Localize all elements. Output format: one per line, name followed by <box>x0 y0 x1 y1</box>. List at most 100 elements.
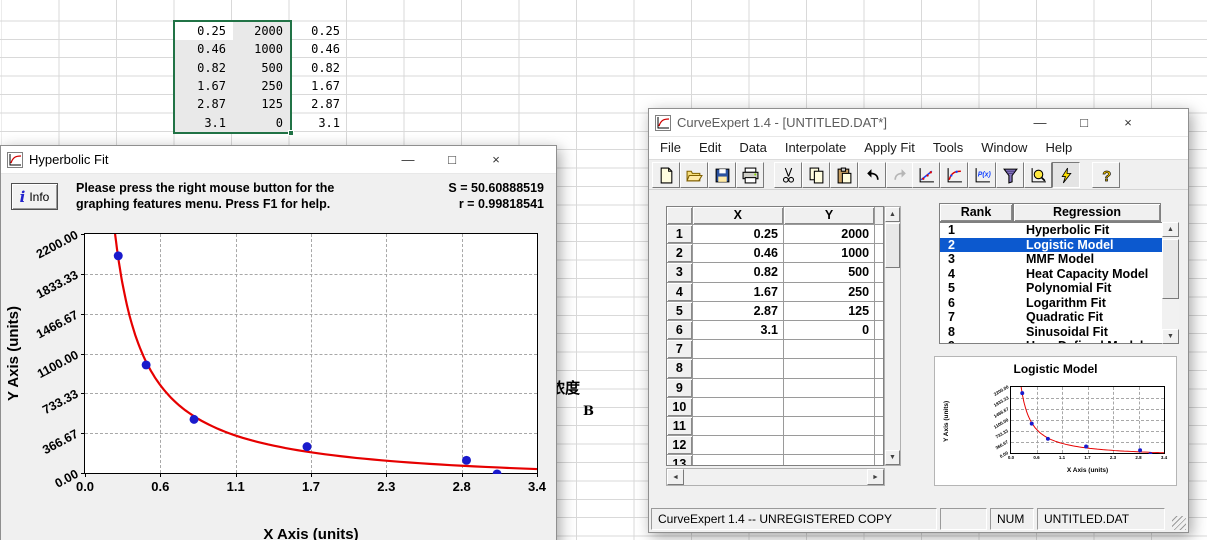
rank-item[interactable]: 4Heat Capacity Model <box>940 267 1178 282</box>
scrollbar-thumb[interactable] <box>1162 239 1179 299</box>
selected-range[interactable]: 0.2520000.4610000.825001.672502.871253.1… <box>175 22 290 132</box>
sheet-cell[interactable]: 2.87 <box>290 95 347 113</box>
menu-item-interpolate[interactable]: Interpolate <box>776 137 855 159</box>
help-button[interactable]: ? <box>1092 162 1120 188</box>
menu-item-window[interactable]: Window <box>972 137 1036 159</box>
scroll-down-icon[interactable]: ▼ <box>885 450 900 465</box>
sheet-cell[interactable]: 1.67 <box>290 77 347 95</box>
cell-y[interactable]: 125 <box>784 302 875 321</box>
cell-x[interactable]: 1.67 <box>693 283 784 302</box>
cell-x[interactable] <box>693 398 784 417</box>
column-header-x[interactable]: X <box>693 207 784 225</box>
sheet-cell[interactable]: 0.25 <box>290 22 347 40</box>
cell-y[interactable]: 250 <box>784 283 875 302</box>
sheet-cell[interactable]: 0.46 <box>290 40 347 58</box>
cell-y[interactable] <box>784 359 875 378</box>
cell-y[interactable] <box>784 455 875 466</box>
rank-item[interactable]: 7Quadratic Fit <box>940 310 1178 325</box>
cell-y[interactable] <box>784 436 875 455</box>
cut-button[interactable] <box>774 162 802 188</box>
model-preview-panel[interactable]: Logistic Model Y Axis (units) 0.00.61.11… <box>934 356 1177 486</box>
scroll-right-icon[interactable]: ► <box>867 469 884 485</box>
polynomial-button[interactable]: P(x) <box>968 162 996 188</box>
sheet-cell[interactable]: 1000 <box>233 40 290 58</box>
row-number[interactable]: 9 <box>667 379 693 398</box>
sheet-cell[interactable]: 3.1 <box>175 114 233 132</box>
zoom-graph-button[interactable] <box>1024 162 1052 188</box>
table-horizontal-scrollbar[interactable]: ◄ ► <box>666 468 885 486</box>
cell-y[interactable]: 1000 <box>784 244 875 263</box>
scroll-down-icon[interactable]: ▼ <box>1162 329 1179 344</box>
cell-x[interactable] <box>693 340 784 359</box>
open-file-button[interactable] <box>680 162 708 188</box>
curve-fit-button[interactable] <box>940 162 968 188</box>
cell-x[interactable] <box>693 436 784 455</box>
table-vertical-scrollbar[interactable]: ▲ ▼ <box>884 206 901 466</box>
plot-area[interactable]: 0.00.61.11.72.32.83.42200.001833.331466.… <box>84 233 538 474</box>
quick-fit-button[interactable] <box>1052 162 1080 188</box>
rank-item[interactable]: 8Sinusoidal Fit <box>940 325 1178 340</box>
linear-fit-button[interactable] <box>912 162 940 188</box>
cell-y[interactable] <box>784 379 875 398</box>
menu-item-data[interactable]: Data <box>730 137 775 159</box>
row-number[interactable]: 10 <box>667 398 693 417</box>
menu-item-apply-fit[interactable]: Apply Fit <box>855 137 924 159</box>
sheet-cell[interactable]: 0.82 <box>175 59 233 77</box>
row-number[interactable]: 7 <box>667 340 693 359</box>
save-button[interactable] <box>708 162 736 188</box>
sheet-cell[interactable]: 0.82 <box>290 59 347 77</box>
undo-button[interactable] <box>858 162 886 188</box>
cell-x[interactable] <box>693 379 784 398</box>
scroll-left-icon[interactable]: ◄ <box>667 469 684 485</box>
cell-x[interactable] <box>693 359 784 378</box>
cell-y[interactable]: 500 <box>784 263 875 282</box>
cell-x[interactable]: 0.82 <box>693 263 784 282</box>
maximize-button[interactable]: □ <box>430 146 474 173</box>
data-table[interactable]: XY10.25200020.46100030.8250041.6725052.8… <box>666 206 884 466</box>
cell-y[interactable]: 0 <box>784 321 875 340</box>
paste-button[interactable] <box>830 162 858 188</box>
menu-item-help[interactable]: Help <box>1036 137 1081 159</box>
sheet-cell[interactable]: 0 <box>233 114 290 132</box>
cell-x[interactable]: 2.87 <box>693 302 784 321</box>
regression-column-header[interactable]: Regression <box>1013 203 1161 222</box>
main-window-titlebar[interactable]: CurveExpert 1.4 - [UNTITLED.DAT*] — □ × <box>649 109 1188 137</box>
menu-item-tools[interactable]: Tools <box>924 137 972 159</box>
cell-y[interactable]: 2000 <box>784 225 875 244</box>
cell-x[interactable] <box>693 417 784 436</box>
maximize-button[interactable]: □ <box>1062 109 1106 136</box>
cell-x[interactable]: 0.25 <box>693 225 784 244</box>
rank-item[interactable]: 2Logistic Model <box>940 238 1178 253</box>
menu-item-file[interactable]: File <box>651 137 690 159</box>
rank-item[interactable]: 3MMF Model <box>940 252 1178 267</box>
sheet-cell[interactable]: 0.25 <box>175 22 233 40</box>
rank-scrollbar[interactable]: ▲ ▼ <box>1162 222 1179 344</box>
redo-button[interactable] <box>886 162 914 188</box>
sheet-cell[interactable]: 500 <box>233 59 290 77</box>
minimize-button[interactable]: — <box>386 146 430 173</box>
cell-x[interactable]: 0.46 <box>693 244 784 263</box>
sheet-cell[interactable]: 125 <box>233 95 290 113</box>
cell-x[interactable]: 3.1 <box>693 321 784 340</box>
row-number[interactable]: 2 <box>667 244 693 263</box>
regression-rank-list[interactable]: 1Hyperbolic Fit2Logistic Model3MMF Model… <box>939 222 1179 344</box>
row-number[interactable]: 1 <box>667 225 693 244</box>
rank-column-header[interactable]: Rank <box>939 203 1013 222</box>
sheet-cell[interactable]: 250 <box>233 77 290 95</box>
rank-item[interactable]: 5Polynomial Fit <box>940 281 1178 296</box>
cell-y[interactable] <box>784 398 875 417</box>
print-button[interactable] <box>736 162 764 188</box>
row-number[interactable]: 4 <box>667 283 693 302</box>
cell-x[interactable] <box>693 455 784 466</box>
sheet-cell[interactable]: 2000 <box>233 22 290 40</box>
rank-item[interactable]: 1Hyperbolic Fit <box>940 223 1178 238</box>
funnel-button[interactable] <box>996 162 1024 188</box>
adjacent-column[interactable]: 0.250.460.821.672.873.1 <box>290 22 347 132</box>
sheet-cell[interactable]: 3.1 <box>290 114 347 132</box>
sheet-cell[interactable]: 2.87 <box>175 95 233 113</box>
fit-window-titlebar[interactable]: Hyperbolic Fit — □ × <box>1 146 556 174</box>
scrollbar-thumb[interactable] <box>885 223 900 268</box>
row-number[interactable]: 11 <box>667 417 693 436</box>
row-number[interactable]: 13 <box>667 455 693 466</box>
row-number[interactable]: 12 <box>667 436 693 455</box>
